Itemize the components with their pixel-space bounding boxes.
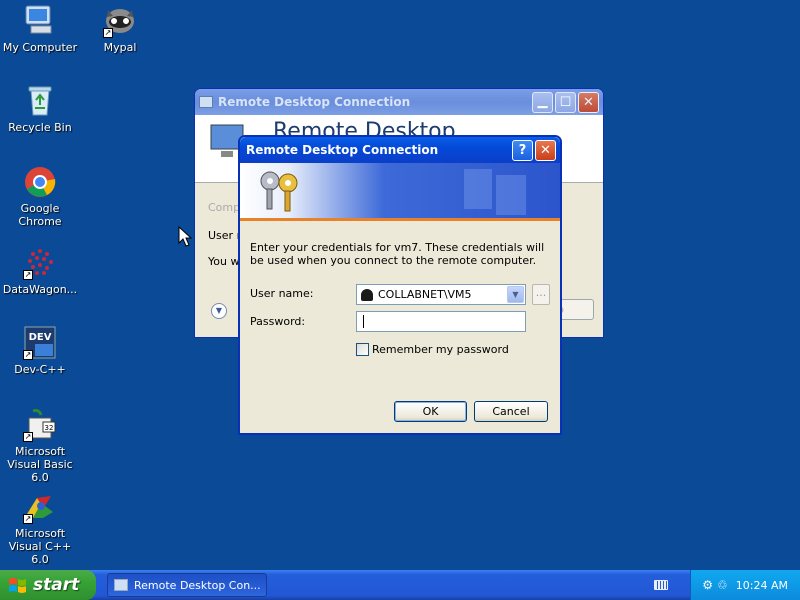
shortcut-arrow-icon: ↗	[23, 270, 33, 280]
ok-button[interactable]: OK	[394, 401, 467, 422]
start-label: start	[33, 575, 80, 595]
recycle-bin-icon	[23, 84, 57, 118]
desktop-icon-mypal[interactable]: ↗ Mypal	[80, 4, 160, 54]
mypal-icon: ↗	[103, 4, 137, 38]
remember-password-label: Remember my password	[372, 343, 509, 356]
rdc-window-titlebar[interactable]: Remote Desktop Connection ▁ ☐ ✕	[195, 89, 603, 115]
browse-button[interactable]: ...	[532, 284, 550, 305]
desktop-icon-dev-cpp[interactable]: DEV ↗ Dev-C++	[0, 326, 80, 376]
keyboard-icon[interactable]	[654, 580, 668, 590]
desktop-icon-label: Microsoft Visual C++ 6.0	[8, 527, 72, 566]
mouse-cursor-icon	[178, 226, 192, 247]
username-combobox[interactable]: COLLABNET\VM5 ▼	[356, 284, 526, 305]
text-caret	[363, 315, 364, 328]
visual-cpp-icon: ↗	[23, 490, 57, 524]
desktop-icon-visual-cpp[interactable]: ↗ Microsoft Visual C++ 6.0	[0, 490, 80, 566]
system-tray: ⚙ ♲ 10:24 AM	[690, 570, 800, 600]
dev-cpp-icon: DEV ↗	[23, 326, 57, 360]
desktop-icon-label: Dev-C++	[14, 363, 66, 376]
clock[interactable]: 10:24 AM	[736, 579, 788, 592]
you-text-fragment: You w	[208, 255, 240, 268]
shortcut-arrow-icon: ↗	[23, 432, 33, 442]
desktop-icon-label: DataWagon...	[2, 283, 78, 296]
password-field[interactable]	[356, 311, 526, 332]
taskbar-item-label: Remote Desktop Con...	[134, 578, 261, 592]
desktop-icon-label: Mypal	[103, 41, 137, 54]
svg-text:DEV: DEV	[29, 332, 52, 343]
help-button[interactable]: ?	[512, 139, 533, 161]
credentials-dialog-title: Remote Desktop Connection	[246, 143, 439, 157]
chevron-down-icon[interactable]: ▼	[507, 286, 524, 303]
chrome-icon	[23, 165, 57, 199]
username-value: COLLABNET\VM5	[378, 288, 472, 301]
desktop-icon-label: Recycle Bin	[8, 121, 72, 134]
password-label: Password:	[250, 315, 306, 328]
desktop-icon-label: Microsoft Visual Basic 6.0	[7, 445, 73, 484]
remember-password-checkbox[interactable]	[356, 343, 369, 356]
safely-remove-icon[interactable]: ♲	[717, 578, 728, 592]
user-avatar-icon	[361, 288, 373, 301]
network-icon[interactable]: ⚙	[702, 578, 713, 592]
taskbar-item-remote-desktop[interactable]: Remote Desktop Con...	[107, 573, 267, 597]
desktop-icon-my-computer[interactable]: My Computer	[0, 4, 80, 54]
desktop-icon-google-chrome[interactable]: Google Chrome	[0, 165, 80, 228]
desktop-icon-recycle-bin[interactable]: Recycle Bin	[0, 84, 80, 134]
close-button[interactable]: ✕	[578, 91, 599, 113]
shortcut-arrow-icon: ↗	[103, 28, 113, 38]
credentials-dialog: Remote Desktop Connection ? ✕ Enter your…	[238, 135, 562, 435]
my-computer-icon	[23, 4, 57, 38]
watermark-icon	[464, 169, 526, 215]
cancel-button[interactable]: Cancel	[474, 401, 548, 422]
visual-basic-icon: 32 ↗	[23, 408, 57, 442]
computer-label-fragment: Comp	[208, 201, 241, 214]
windows-flag-icon	[9, 578, 26, 593]
rdc-app-icon	[199, 96, 213, 108]
start-button[interactable]: start	[0, 570, 96, 600]
shortcut-arrow-icon: ↗	[23, 350, 33, 360]
close-button[interactable]: ✕	[535, 139, 556, 161]
desktop-icon-label: Google Chrome	[18, 202, 62, 228]
rdc-window-title: Remote Desktop Connection	[218, 95, 411, 109]
desktop-icon-visual-basic[interactable]: 32 ↗ Microsoft Visual Basic 6.0	[0, 408, 80, 484]
keys-icon	[260, 171, 298, 212]
credentials-dialog-titlebar[interactable]: Remote Desktop Connection ? ✕	[240, 137, 560, 163]
remember-password-row[interactable]: Remember my password	[356, 343, 509, 356]
shortcut-arrow-icon: ↗	[23, 514, 33, 524]
desktop-icon-label: My Computer	[2, 41, 78, 54]
rdc-task-icon	[114, 579, 128, 591]
options-expand-icon[interactable]: ▼	[211, 303, 227, 319]
minimize-button[interactable]: ▁	[532, 91, 553, 113]
username-label: User name:	[250, 287, 314, 300]
credentials-message: Enter your credentials for vm7. These cr…	[250, 241, 545, 267]
maximize-button[interactable]: ☐	[555, 91, 576, 113]
svg-text:32: 32	[45, 424, 54, 432]
datawagon-icon: ↗	[23, 246, 57, 280]
desktop-icon-datawagon[interactable]: ↗ DataWagon...	[0, 246, 80, 296]
credentials-banner	[240, 163, 560, 221]
taskbar: start Remote Desktop Con... ⚙ ♲ 10:24 AM	[0, 570, 800, 600]
